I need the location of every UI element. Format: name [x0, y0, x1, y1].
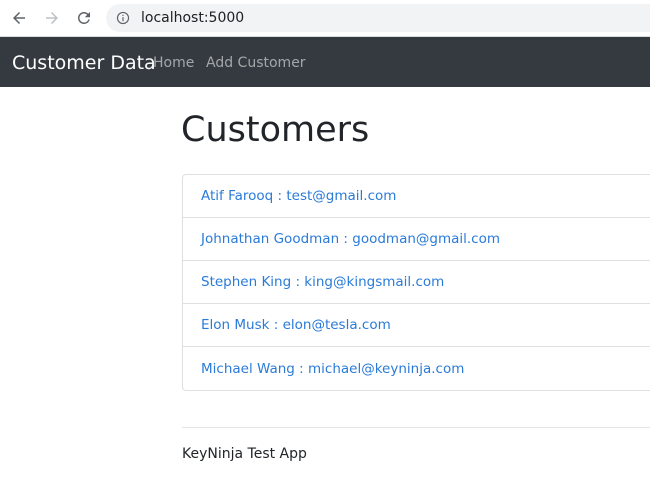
list-item: Atif Farooq : test@gmail.com	[183, 175, 650, 218]
footer-divider	[182, 427, 650, 428]
customer-list: Atif Farooq : test@gmail.com Johnathan G…	[182, 174, 650, 391]
address-bar[interactable]: localhost:5000	[106, 4, 650, 32]
list-item: Johnathan Goodman : goodman@gmail.com	[183, 218, 650, 261]
forward-arrow-icon[interactable]	[42, 8, 62, 28]
customer-link[interactable]: Elon Musk : elon@tesla.com	[201, 317, 391, 333]
list-item: Stephen King : king@kingsmail.com	[183, 261, 650, 304]
customer-link[interactable]: Johnathan Goodman : goodman@gmail.com	[201, 231, 500, 247]
customer-link[interactable]: Michael Wang : michael@keyninja.com	[201, 361, 464, 377]
nav-link-home[interactable]: Home	[153, 55, 194, 71]
reload-icon[interactable]	[74, 8, 94, 28]
customer-link[interactable]: Atif Farooq : test@gmail.com	[201, 188, 396, 204]
list-item: Michael Wang : michael@keyninja.com	[183, 347, 650, 390]
back-arrow-icon[interactable]	[9, 8, 29, 28]
page-title: Customers	[181, 110, 370, 150]
nav-link-add-customer[interactable]: Add Customer	[206, 55, 306, 71]
list-item: Elon Musk : elon@tesla.com	[183, 304, 650, 347]
info-icon[interactable]	[116, 11, 130, 25]
navbar-brand[interactable]: Customer Data	[12, 52, 156, 74]
url-text[interactable]: localhost:5000	[141, 10, 244, 26]
navbar: Customer Data Home Add Customer	[0, 37, 650, 87]
customer-link[interactable]: Stephen King : king@kingsmail.com	[201, 274, 444, 290]
footer-text: KeyNinja Test App	[182, 446, 307, 462]
browser-toolbar: localhost:5000	[0, 0, 650, 36]
